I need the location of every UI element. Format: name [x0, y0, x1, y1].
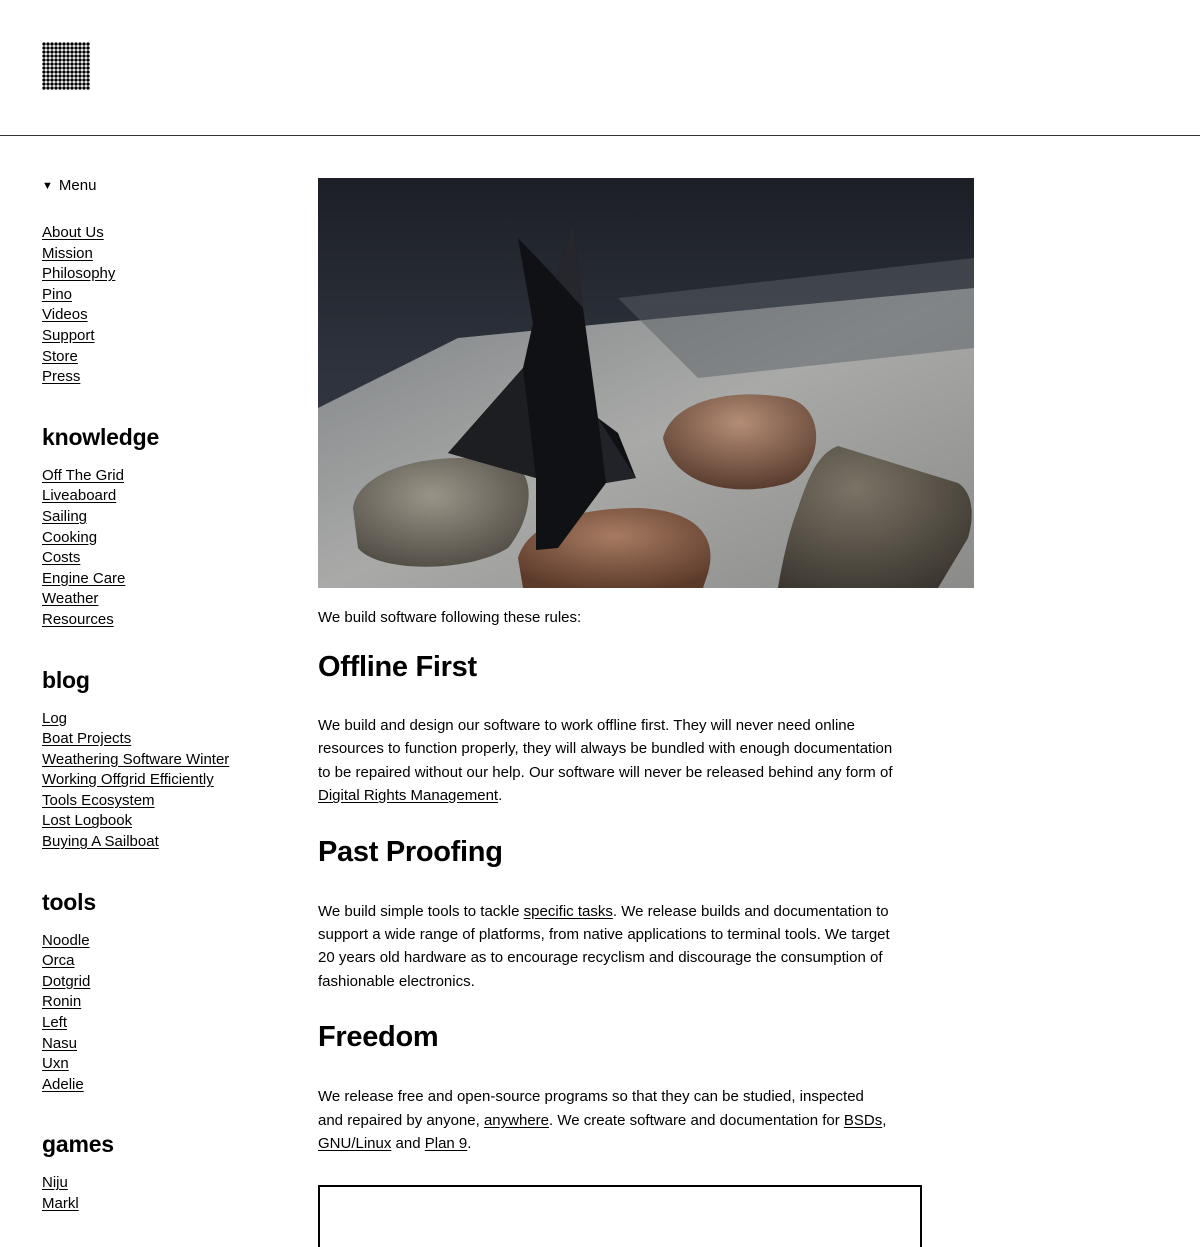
nav-link-adelie[interactable]: Adelie [42, 1076, 84, 1093]
section-title-tools: tools [42, 888, 96, 915]
main-nav-list: About Us Mission Philosophy Pino Videos … [42, 223, 292, 388]
section-title-knowledge: knowledge [42, 423, 160, 450]
link-specific-tasks[interactable]: specific tasks [524, 903, 613, 920]
nav-link-noodle[interactable]: Noodle [42, 932, 90, 949]
nav-link-ronin[interactable]: Ronin [42, 993, 81, 1010]
nav-link-lost-logbook[interactable]: Lost Logbook [42, 812, 132, 829]
dot-grid-logo-icon[interactable] [42, 42, 90, 90]
intro-text: We build software following these rules: [318, 609, 582, 626]
nav-section-knowledge: knowledge Off The Grid Liveaboard Sailin… [42, 424, 292, 631]
paragraph-text: We build and design our software to work… [318, 717, 893, 781]
nav-link-resources[interactable]: Resources [42, 611, 114, 628]
nav-link-videos[interactable]: Videos [42, 306, 88, 323]
link-gnu-linux[interactable]: GNU/Linux [318, 1135, 391, 1152]
nav-link-orca[interactable]: Orca [42, 952, 75, 969]
nav-link-buying-a-sailboat[interactable]: Buying A Sailboat [42, 833, 159, 850]
origami-rabbit-photo [318, 178, 974, 588]
nav-link-store[interactable]: Store [42, 348, 78, 365]
nav-section-blog: blog Log Boat Projects Weathering Softwa… [42, 667, 292, 853]
site-header [0, 0, 1200, 136]
link-bsds[interactable]: BSDs [844, 1112, 882, 1129]
nav-link-sailing[interactable]: Sailing [42, 508, 87, 525]
nav-link-off-the-grid[interactable]: Off The Grid [42, 467, 124, 484]
heading-past-proofing: Past Proofing [318, 835, 503, 868]
nav-link-niju[interactable]: Niju [42, 1174, 68, 1191]
nav-link-boat-projects[interactable]: Boat Projects [42, 730, 131, 747]
menu-toggle[interactable]: ▼ Menu [42, 176, 292, 196]
paragraph-offline-first: We build and design our software to work… [318, 714, 893, 808]
nav-section-games: games Niju Markl [42, 1131, 292, 1214]
nav-link-uxn[interactable]: Uxn [42, 1055, 69, 1072]
bordered-box [318, 1185, 922, 1247]
nav-link-dotgrid[interactable]: Dotgrid [42, 973, 90, 990]
section-title-games: games [42, 1131, 114, 1158]
nav-link-weathering-software-winter[interactable]: Weathering Software Winter [42, 751, 229, 768]
nav-link-philosophy[interactable]: Philosophy [42, 265, 115, 282]
section-title-blog: blog [42, 666, 90, 693]
paragraph-text: , [882, 1111, 887, 1129]
nav-link-engine-care[interactable]: Engine Care [42, 570, 125, 587]
nav-link-log[interactable]: Log [42, 710, 67, 727]
nav-link-mission[interactable]: Mission [42, 245, 93, 262]
main-content: We build software following these rules:… [318, 178, 974, 1247]
paragraph-text: We build simple tools to tackle [318, 902, 524, 920]
nav-link-press[interactable]: Press [42, 368, 80, 385]
sidebar: ▼ Menu About Us Mission Philosophy Pino … [42, 176, 292, 1215]
paragraph-text: . We create software and documentation f… [549, 1111, 844, 1129]
nav-link-nasu[interactable]: Nasu [42, 1035, 77, 1052]
paragraph-freedom: We release free and open-source programs… [318, 1085, 893, 1155]
link-digital-rights-management[interactable]: Digital Rights Management [318, 787, 498, 804]
link-anywhere[interactable]: anywhere [484, 1112, 549, 1129]
nav-link-about-us[interactable]: About Us [42, 224, 104, 241]
heading-offline-first: Offline First [318, 651, 477, 683]
nav-link-weather[interactable]: Weather [42, 590, 98, 607]
nav-link-left[interactable]: Left [42, 1014, 67, 1031]
triangle-down-icon: ▼ [42, 180, 53, 192]
nav-link-pino[interactable]: Pino [42, 286, 72, 303]
nav-link-costs[interactable]: Costs [42, 549, 80, 566]
nav-link-liveaboard[interactable]: Liveaboard [42, 487, 116, 504]
nav-link-cooking[interactable]: Cooking [42, 529, 97, 546]
paragraph-past-proofing: We build simple tools to tackle specific… [318, 900, 893, 994]
link-plan-9[interactable]: Plan 9 [425, 1135, 468, 1152]
nav-section-tools: tools Noodle Orca Dotgrid Ronin Left Nas… [42, 889, 292, 1096]
heading-freedom: Freedom [318, 1021, 439, 1054]
paragraph-text: . [498, 787, 503, 805]
nav-link-tools-ecosystem[interactable]: Tools Ecosystem [42, 792, 155, 809]
nav-link-working-offgrid-efficiently[interactable]: Working Offgrid Efficiently [42, 771, 214, 788]
nav-link-support[interactable]: Support [42, 327, 95, 344]
paragraph-text: and [391, 1135, 425, 1153]
paragraph-text: . [467, 1135, 472, 1153]
menu-label: Menu [58, 177, 97, 194]
nav-link-markl[interactable]: Markl [42, 1195, 79, 1212]
